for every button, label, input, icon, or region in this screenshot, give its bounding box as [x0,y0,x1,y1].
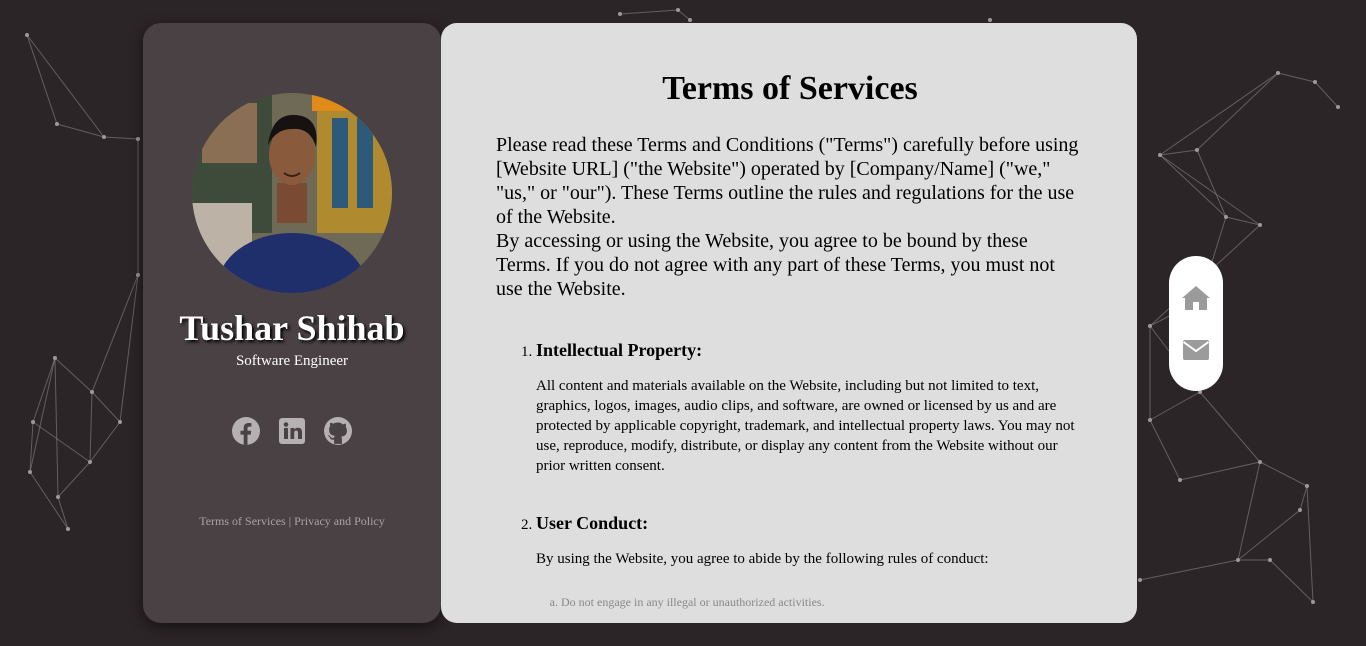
section-body: All content and materials available on t… [536,378,1075,474]
background-line [91,391,121,423]
side-nav [1169,256,1223,391]
background-node [1224,215,1228,219]
background-node [1305,484,1309,488]
background-node [53,356,57,360]
linkedin-icon[interactable] [278,417,306,445]
background-line [103,136,139,140]
background-line [1259,461,1308,487]
background-node [618,12,622,16]
background-line [1159,154,1261,226]
avatar [192,93,392,293]
section-body: By using the Website, you agree to abide… [536,551,989,567]
page-title: Terms of Services [662,70,918,107]
background-line [1159,154,1227,218]
background-line [619,9,679,15]
background-node [136,273,140,277]
background-node [66,527,70,531]
intro-paragraph-2: By accessing or using the Website, you a… [496,230,1055,300]
background-line [89,421,121,463]
background-line [1179,461,1261,481]
background-node [1313,80,1317,84]
background-line [26,34,58,125]
background-line [1269,559,1314,603]
terms-sections: Intellectual Property: All content and m… [496,339,1086,610]
background-node [1236,558,1240,562]
profile-name: Tushar Shihab [179,308,405,348]
background-node [1311,600,1315,604]
background-node [25,33,29,37]
background-line [1306,485,1314,603]
background-line [1314,81,1339,108]
background-node [988,18,992,22]
background-line [677,9,691,21]
section-user-conduct: User Conduct: By using the Website, you … [536,512,1086,610]
background-line [1149,419,1181,481]
home-icon[interactable] [1181,283,1211,313]
github-icon[interactable] [324,417,352,445]
terms-link[interactable]: Terms of Services [199,514,285,528]
background-node [1158,153,1162,157]
content-card[interactable]: Terms of Services Please read these Term… [441,23,1137,623]
background-line [1299,485,1308,511]
section-title: Intellectual Property: [536,340,703,360]
profile-role: Software Engineer [235,353,349,369]
background-node [676,8,680,12]
background-line [29,471,69,530]
background-line [32,357,56,423]
background-node [31,420,35,424]
background-line [56,123,105,138]
conduct-rules-list: Do not engage in any illegal or unauthor… [536,595,1086,610]
background-line [32,421,91,463]
background-line [26,34,105,138]
footer-separator: | [288,514,292,528]
background-node [90,390,94,394]
background-node [1148,324,1152,328]
background-node [88,460,92,464]
facebook-icon[interactable] [232,417,260,445]
background-node [136,137,140,141]
background-node [1276,71,1280,75]
background-node [118,420,122,424]
background-node [1268,558,1272,562]
background-node [1178,478,1182,482]
background-node [1148,418,1152,422]
background-line [1149,391,1201,421]
background-line [57,496,69,530]
section-title: User Conduct: [536,513,649,533]
section-intellectual-property: Intellectual Property: All content and m… [536,339,1086,476]
background-node [1298,508,1302,512]
background-line [1159,72,1279,156]
background-line [1139,559,1239,581]
content-body: Terms of Services Please read these Term… [496,23,1086,610]
background-node [1258,223,1262,227]
background-node [1195,148,1199,152]
background-line [1199,391,1261,463]
background-line [54,357,93,393]
background-node [1138,578,1142,582]
intro-paragraph-1: Please read these Terms and Conditions (… [496,134,1079,228]
background-line [1277,72,1316,83]
social-links [143,417,441,445]
list-item: Do not engage in any illegal or unauthor… [561,595,1086,610]
background-node [55,122,59,126]
background-node [1258,460,1262,464]
background-line [89,391,93,463]
background-node [1336,105,1340,109]
background-node [688,18,692,22]
background-line [1196,72,1279,151]
background-node [56,495,60,499]
intro: Please read these Terms and Conditions (… [496,133,1086,301]
profile-card: Tushar Shihab Software Engineer Terms of [143,23,441,623]
footer-links: Terms of Services | Privacy and Policy [143,514,441,529]
background-line [54,357,59,498]
privacy-link[interactable]: Privacy and Policy [294,514,385,528]
background-line [29,357,56,473]
background-node [28,470,32,474]
background-line [57,461,91,498]
envelope-icon[interactable] [1181,335,1211,365]
background-node [102,135,106,139]
